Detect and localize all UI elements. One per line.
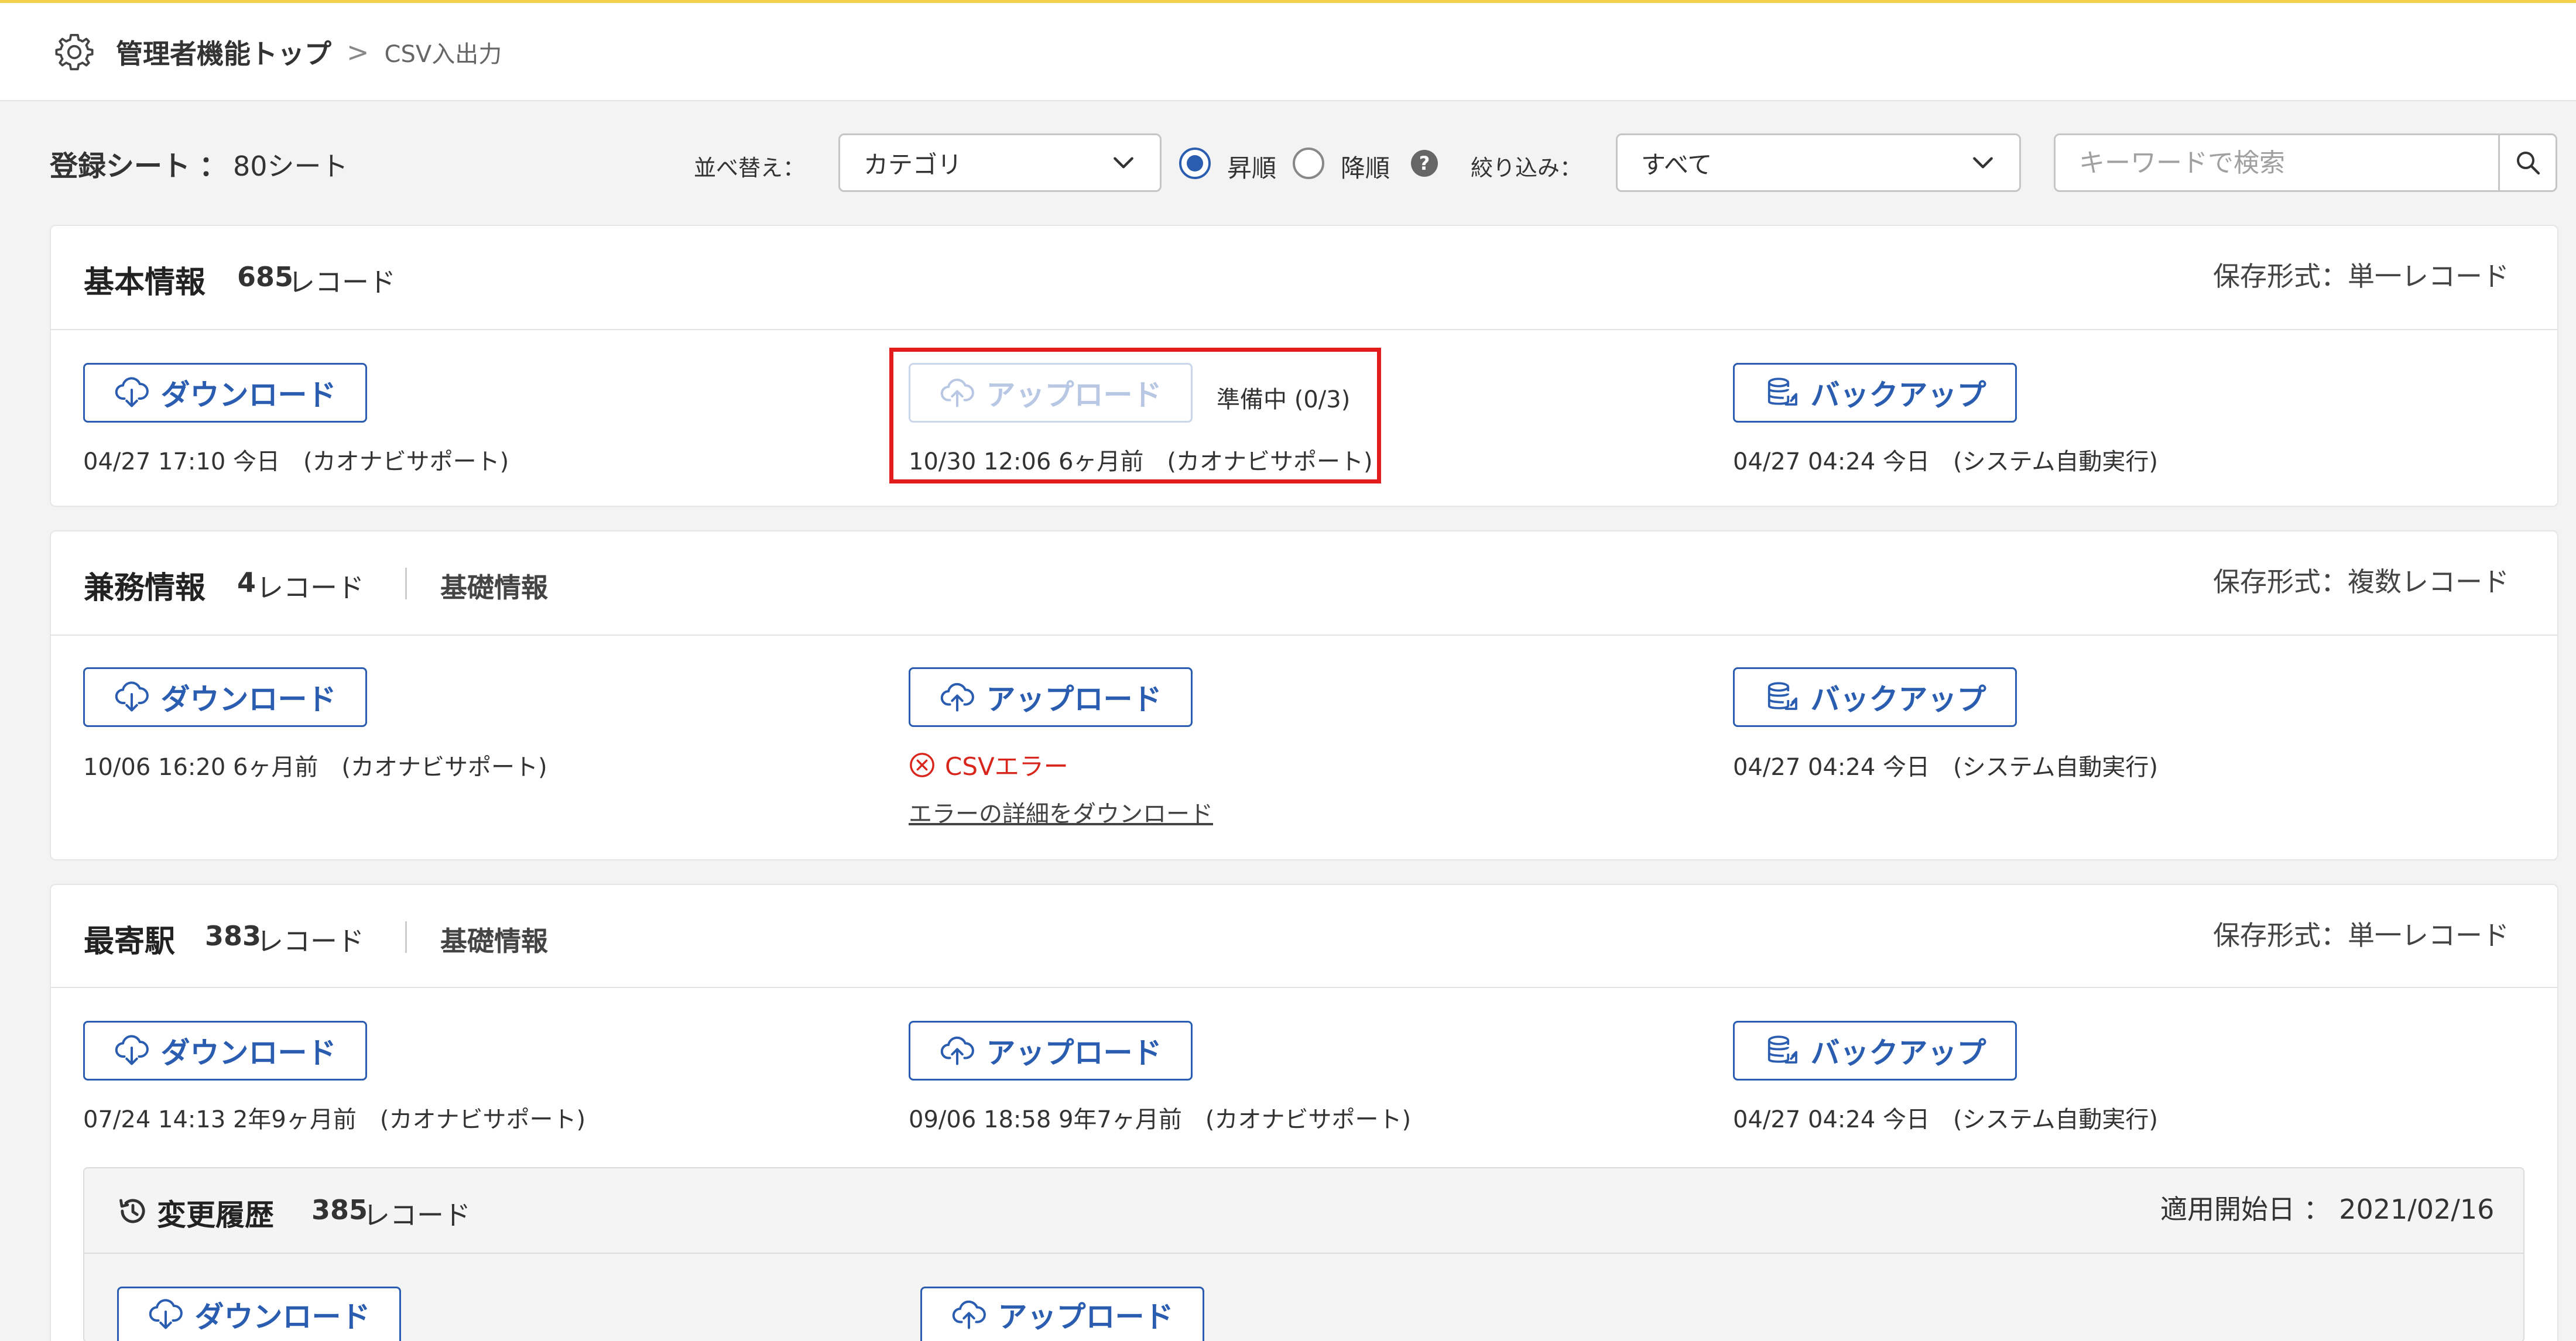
history-upload-label: アップロード bbox=[998, 1300, 1174, 1334]
database-backup-icon bbox=[1764, 680, 1799, 715]
history-start-date: 適用開始日 ： 2021/02/16 bbox=[2160, 1193, 2495, 1225]
upload-button-label: アップロード bbox=[986, 682, 1162, 716]
download-button-label: ダウンロード bbox=[160, 378, 337, 412]
csv-error-text: CSVエラー bbox=[945, 752, 1068, 781]
history-download-button[interactable]: ダウンロード bbox=[117, 1287, 401, 1341]
history-title: 変更履歴 bbox=[157, 1198, 274, 1232]
cloud-upload-icon bbox=[940, 680, 975, 715]
backup-button-label: バックアップ bbox=[1810, 682, 1986, 716]
download-button-label: ダウンロード bbox=[160, 1036, 337, 1070]
sheet-title: 兼務情報 bbox=[84, 571, 206, 606]
history-record-unit: レコード bbox=[363, 1199, 471, 1231]
upload-button[interactable]: アップロード bbox=[909, 667, 1193, 727]
save-format: 保存形式：単一レコード bbox=[2213, 260, 2509, 292]
history-upload-button[interactable]: アップロード bbox=[920, 1287, 1204, 1341]
cloud-download-icon bbox=[114, 680, 149, 715]
sheet-category: 基礎情報 bbox=[440, 572, 548, 603]
backup-meta: 04/27 04:24 今日 (システム自動実行) bbox=[1733, 1106, 2158, 1133]
error-detail-download-link[interactable]: エラーの詳細をダウンロード bbox=[909, 795, 1213, 829]
backup-button-label: バックアップ bbox=[1810, 378, 1986, 412]
csv-error: CSVエラー bbox=[909, 747, 1068, 783]
record-unit: レコード bbox=[288, 266, 396, 298]
filter-select[interactable]: すべて bbox=[1616, 133, 2021, 192]
upload-button[interactable]: アップロード bbox=[909, 1021, 1193, 1081]
download-meta: 10/06 16:20 6ヶ月前 (カオナビサポート) bbox=[83, 754, 547, 781]
cloud-upload-icon bbox=[951, 1297, 986, 1332]
chevron-down-icon bbox=[1111, 150, 1136, 176]
sheet-title: 最寄駅 bbox=[84, 924, 176, 959]
upload-status: 準備中 (0/3) bbox=[1217, 386, 1351, 413]
card-divider bbox=[51, 635, 2557, 636]
history-clock-icon bbox=[116, 1194, 150, 1230]
chevron-down-icon bbox=[1970, 150, 1996, 176]
upload-button-label: アップロード bbox=[986, 378, 1162, 412]
breadcrumb-admin-top[interactable]: 管理者機能トップ bbox=[116, 33, 331, 71]
search-box bbox=[2054, 133, 2557, 192]
search-icon bbox=[2516, 152, 2540, 175]
history-divider bbox=[84, 1253, 2523, 1254]
upload-meta: 10/30 12:06 6ヶ月前 (カオナビサポート) bbox=[909, 448, 1373, 475]
database-backup-icon bbox=[1764, 375, 1799, 410]
record-unit: レコード bbox=[256, 925, 364, 957]
cloud-download-icon bbox=[114, 375, 149, 410]
save-format: 保存形式：単一レコード bbox=[2213, 920, 2509, 951]
sheet-title: 基本情報 bbox=[84, 265, 206, 300]
breadcrumb: 管理者機能トップ > CSV入出力 bbox=[54, 3, 502, 101]
history-download-label: ダウンロード bbox=[194, 1300, 371, 1334]
sort-select-value: カテゴリ bbox=[864, 150, 962, 179]
cloud-upload-icon bbox=[940, 1033, 975, 1068]
page-header: 管理者機能トップ > CSV入出力 bbox=[0, 3, 2576, 101]
database-backup-icon bbox=[1764, 1033, 1799, 1068]
sheets-colon: ： bbox=[199, 150, 228, 183]
record-count: 383 bbox=[205, 920, 262, 952]
sort-label: 並べ替え： bbox=[694, 155, 806, 181]
cloud-upload-icon bbox=[940, 375, 975, 410]
gear-icon[interactable] bbox=[54, 32, 95, 73]
backup-meta: 04/27 04:24 今日 (システム自動実行) bbox=[1733, 754, 2158, 781]
sort-asc-label[interactable]: 昇順 bbox=[1227, 149, 1276, 184]
sort-desc-label[interactable]: 降順 bbox=[1341, 149, 1390, 184]
download-button-label: ダウンロード bbox=[160, 682, 337, 716]
filter-label: 絞り込み： bbox=[1471, 155, 1582, 181]
record-unit: レコード bbox=[256, 572, 364, 603]
breadcrumb-separator: > bbox=[347, 36, 369, 68]
search-button[interactable] bbox=[2498, 135, 2556, 190]
breadcrumb-current: CSV入出力 bbox=[384, 41, 502, 68]
backup-meta: 04/27 04:24 今日 (システム自動実行) bbox=[1733, 448, 2158, 475]
download-meta: 07/24 14:13 2年9ヶ月前 (カオナビサポート) bbox=[83, 1106, 586, 1133]
backup-button[interactable]: バックアップ bbox=[1733, 363, 2017, 423]
upload-button-disabled[interactable]: アップロード bbox=[909, 363, 1193, 423]
sheets-count: 80シート bbox=[233, 150, 348, 182]
history-record-count: 385 bbox=[311, 1194, 368, 1226]
change-history-panel bbox=[83, 1167, 2524, 1341]
backup-button-label: バックアップ bbox=[1810, 1036, 1986, 1070]
upload-button-label: アップロード bbox=[986, 1036, 1162, 1070]
title-separator bbox=[405, 568, 407, 599]
cloud-download-icon bbox=[148, 1297, 183, 1332]
card-divider bbox=[51, 329, 2557, 330]
save-format: 保存形式：複数レコード bbox=[2213, 566, 2509, 598]
backup-button[interactable]: バックアップ bbox=[1733, 1021, 2017, 1081]
sheet-card-concurrent bbox=[50, 530, 2558, 860]
download-button[interactable]: ダウンロード bbox=[83, 1021, 367, 1081]
cloud-download-icon bbox=[114, 1033, 149, 1068]
sheets-label: 登録シート bbox=[50, 150, 191, 183]
search-input[interactable] bbox=[2056, 135, 2495, 190]
sort-asc-radio[interactable] bbox=[1179, 148, 1211, 179]
help-icon[interactable]: ? bbox=[1411, 150, 1438, 177]
error-circle-icon bbox=[910, 752, 934, 777]
filter-select-value: すべて bbox=[1641, 150, 1712, 179]
sort-desc-radio[interactable] bbox=[1293, 148, 1324, 179]
backup-button[interactable]: バックアップ bbox=[1733, 667, 2017, 727]
sheet-category: 基礎情報 bbox=[440, 925, 548, 957]
upload-meta: 09/06 18:58 9年7ヶ月前 (カオナビサポート) bbox=[909, 1106, 1412, 1133]
card-divider bbox=[51, 987, 2557, 988]
download-meta: 04/27 17:10 今日 (カオナビサポート) bbox=[83, 448, 509, 475]
record-count: 685 bbox=[237, 261, 294, 293]
title-separator bbox=[405, 921, 407, 953]
record-count: 4 bbox=[237, 567, 256, 598]
sort-select[interactable]: カテゴリ bbox=[838, 133, 1162, 192]
download-button[interactable]: ダウンロード bbox=[83, 363, 367, 423]
download-button[interactable]: ダウンロード bbox=[83, 667, 367, 727]
